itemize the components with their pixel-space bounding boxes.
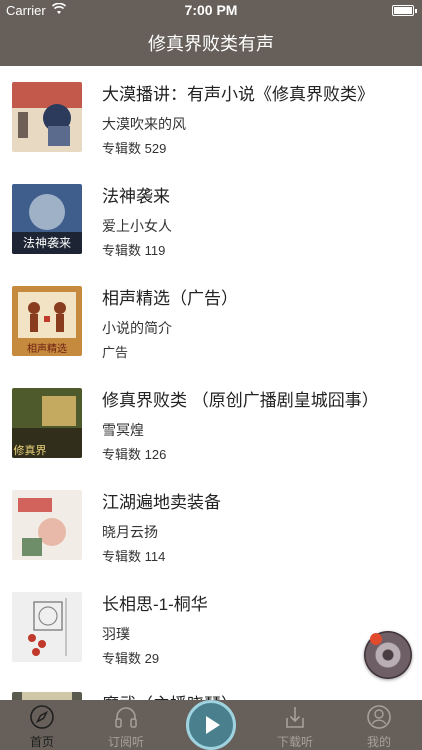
album-count: 专辑数 119 (102, 243, 166, 258)
cover-text: 相声精选 (27, 342, 67, 355)
tab-download[interactable]: 下载听 (253, 700, 337, 750)
album-cover (12, 82, 82, 152)
album-title: 长相思-1-桐华 (102, 595, 208, 614)
now-playing-disc-button[interactable] (364, 631, 412, 679)
tab-home[interactable]: 首页 (0, 700, 84, 750)
play-icon (206, 716, 220, 734)
list-item[interactable]: 魔武（主播晓琴） (0, 678, 422, 700)
album-count: 专辑数 126 (102, 447, 167, 462)
album-author: 羽璞 (102, 626, 130, 642)
list-item[interactable]: 大漠播讲：有声小说《修真界败类》 大漠吹来的风 专辑数 529 (0, 66, 422, 168)
album-cover (12, 592, 82, 662)
cover-text: 修真界 (14, 443, 47, 457)
album-title: 大漠播讲：有声小说《修真界败类》 (102, 85, 374, 104)
nav-bar: 修真界败类有声 (0, 22, 422, 66)
album-cover: 修真界 (12, 388, 82, 458)
album-list[interactable]: 大漠播讲：有声小说《修真界败类》 大漠吹来的风 专辑数 529 法神袭来 法神袭… (0, 66, 422, 700)
play-button[interactable] (186, 700, 236, 750)
tab-subscribe[interactable]: 订阅听 (84, 700, 168, 750)
album-author: 爱上小女人 (102, 218, 172, 234)
tab-label: 订阅听 (107, 735, 144, 749)
album-count: 专辑数 529 (102, 141, 167, 156)
album-cover: 法神袭来 (12, 184, 82, 254)
list-item[interactable]: 修真界 修真界败类 （原创广播剧皇城囧事） 雪冥煌 专辑数 126 (0, 372, 422, 474)
album-title: 相声精选（广告） (102, 289, 238, 308)
album-title: 江湖遍地卖装备 (102, 493, 221, 512)
tab-label: 首页 (29, 735, 54, 749)
album-cover (12, 490, 82, 560)
tab-profile[interactable]: 我的 (337, 700, 421, 750)
list-item[interactable]: 长相思-1-桐华 羽璞 专辑数 29 (0, 576, 422, 678)
album-count: 专辑数 114 (102, 549, 166, 564)
list-item[interactable]: 相声精选 相声精选（广告） 小说的简介 广告 (0, 270, 422, 372)
status-bar: Carrier 7:00 PM (0, 0, 422, 22)
page-title: 修真界败类有声 (148, 34, 274, 54)
profile-icon (367, 705, 391, 729)
playing-indicator-icon (370, 633, 382, 645)
album-count: 专辑数 29 (102, 651, 160, 666)
album-count: 广告 (102, 345, 129, 360)
album-author: 小说的简介 (102, 320, 172, 336)
tab-label: 下载听 (276, 735, 313, 749)
album-cover (12, 692, 82, 700)
album-cover: 相声精选 (12, 286, 82, 356)
battery-icon (392, 5, 417, 16)
album-title: 法神袭来 (102, 187, 170, 206)
headphones-icon (115, 707, 137, 728)
download-icon (286, 707, 304, 728)
tab-label: 我的 (366, 735, 391, 749)
clock: 7:00 PM (184, 2, 238, 18)
compass-icon (30, 705, 54, 729)
album-title: 魔武（主播晓琴） (102, 690, 238, 700)
list-item[interactable]: 江湖遍地卖装备 晓月云扬 专辑数 114 (0, 474, 422, 576)
cover-text: 法神袭来 (23, 235, 71, 250)
list-item[interactable]: 法神袭来 法神袭来 爱上小女人 专辑数 119 (0, 168, 422, 270)
album-author: 晓月云扬 (102, 524, 158, 540)
album-author: 大漠吹来的风 (102, 116, 186, 132)
album-author: 雪冥煌 (102, 422, 144, 438)
album-title: 修真界败类 （原创广播剧皇城囧事） (102, 391, 379, 410)
